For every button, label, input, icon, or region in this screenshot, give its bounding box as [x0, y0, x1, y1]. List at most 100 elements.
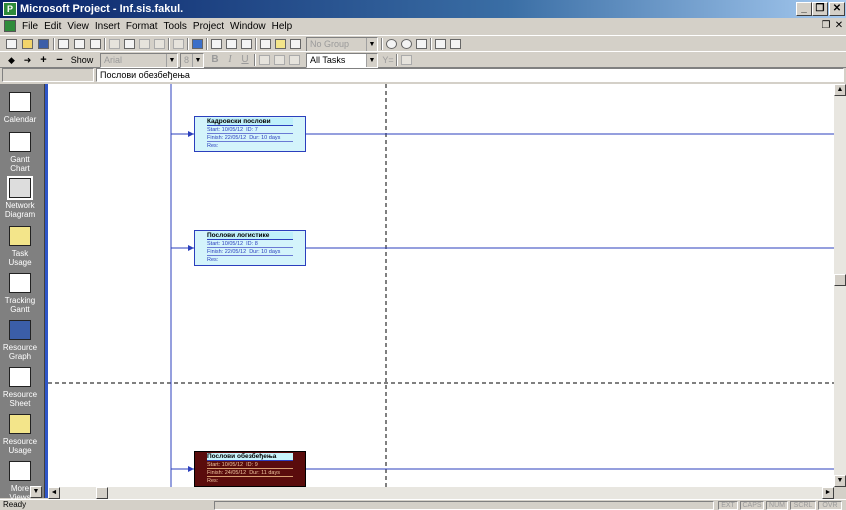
menu-window[interactable]: Window [228, 20, 270, 33]
copy-icon[interactable] [122, 37, 137, 51]
scroll-up-icon[interactable]: ▲ [834, 84, 846, 96]
minimize-button[interactable]: _ [796, 2, 812, 16]
task-notes-icon[interactable] [273, 37, 288, 51]
zoom-out-icon[interactable] [399, 37, 414, 51]
mdi-close-button[interactable]: ✕ [833, 20, 845, 32]
task-info-icon[interactable] [258, 37, 273, 51]
open-icon[interactable] [20, 37, 35, 51]
align-right-icon[interactable] [287, 53, 302, 67]
chevron-down-icon[interactable]: ▼ [166, 54, 177, 67]
view-resource-sheet[interactable]: Resource Sheet [0, 367, 40, 408]
task-node-finish-row: Finish: 24/05/12 Dur: 11 days [207, 470, 293, 477]
view-gantt-chart[interactable]: Gantt Chart [0, 132, 40, 173]
status-scrl: SCRL [790, 501, 816, 510]
project-app-icon[interactable]: P [3, 2, 17, 16]
close-button[interactable]: ✕ [829, 2, 845, 16]
view-network-diagram[interactable]: Network Diagram [0, 176, 40, 219]
view-task-usage[interactable]: Task Usage [0, 226, 40, 267]
viewbar-scroll-down-button[interactable]: ▼ [30, 486, 42, 498]
chevron-down-icon[interactable]: ▼ [192, 54, 203, 67]
menu-insert[interactable]: Insert [93, 20, 124, 33]
view-calendar-label: Calendar [3, 115, 37, 124]
cut-icon[interactable] [107, 37, 122, 51]
zoom-in-icon[interactable] [384, 37, 399, 51]
menu-file[interactable]: File [20, 20, 42, 33]
scrollbar-corner [834, 487, 846, 499]
show-button[interactable]: Show ▾ [68, 53, 96, 79]
entry-field[interactable]: Послови обезбеђења [96, 68, 844, 82]
print-preview-icon[interactable] [72, 37, 87, 51]
task-usage-icon [9, 226, 31, 246]
unlink-tasks-icon[interactable] [224, 37, 239, 51]
save-icon[interactable] [36, 37, 51, 51]
menu-edit[interactable]: Edit [42, 20, 65, 33]
print-icon[interactable] [56, 37, 71, 51]
view-tracking-gantt[interactable]: Tracking Gantt [0, 273, 40, 314]
document-icon[interactable] [4, 20, 16, 32]
paste-icon[interactable] [137, 37, 152, 51]
scroll-left-icon[interactable]: ◄ [48, 487, 60, 499]
add-icon[interactable]: + [36, 53, 51, 67]
menu-tools[interactable]: Tools [162, 20, 191, 33]
task-node[interactable]: Послови логистике Start: 10/05/12 ID: 8 … [194, 230, 306, 266]
link-tasks-icon[interactable] [209, 37, 224, 51]
horizontal-scrollbar[interactable]: ◄ ► [48, 487, 834, 499]
indent-left-icon[interactable]: ◆ [4, 53, 19, 67]
formatting-toolbar: ◆ ➜ + − Show ▾ Arial ▼ 8 ▼ B I U All Tas… [0, 51, 846, 79]
tracking-gantt-icon [9, 273, 31, 293]
view-calendar[interactable]: Calendar [0, 92, 40, 124]
autofilter-button[interactable]: Y= [381, 53, 395, 67]
task-node-duration: Dur: 11 days [249, 470, 280, 476]
task-node-id: ID: 9 [246, 462, 258, 468]
view-resource-usage[interactable]: Resource Usage [0, 414, 40, 455]
align-left-icon[interactable] [257, 53, 272, 67]
format-painter-icon[interactable] [152, 37, 167, 51]
menu-help[interactable]: Help [270, 20, 297, 33]
chevron-down-icon[interactable]: ▼ [366, 38, 377, 51]
task-node-resources: Res: [207, 143, 219, 149]
font-combo[interactable]: Arial ▼ [100, 53, 178, 68]
spelling-icon[interactable] [88, 37, 103, 51]
remove-icon[interactable]: − [52, 53, 67, 67]
group-combo[interactable]: No Group ▼ [306, 37, 378, 52]
task-node-start-row: Start: 10/05/12 ID: 8 [207, 241, 293, 248]
split-task-icon[interactable] [239, 37, 254, 51]
resource-usage-icon [9, 414, 31, 434]
scroll-right-icon[interactable]: ► [822, 487, 834, 499]
mdi-restore-button[interactable]: ❐ [820, 20, 832, 32]
view-resource-graph[interactable]: Resource Graph [0, 320, 40, 361]
task-node-start: Start: 10/05/12 [207, 462, 244, 468]
font-size-combo[interactable]: 8 ▼ [180, 53, 204, 68]
filter-combo[interactable]: All Tasks ▼ [306, 53, 378, 68]
status-ext: EXT [718, 501, 738, 510]
view-task-usage-label: Task Usage [8, 249, 32, 267]
menu-format[interactable]: Format [124, 20, 162, 33]
new-icon[interactable] [4, 37, 19, 51]
task-node-critical[interactable]: Послови обезбеђења Start: 10/05/12 ID: 9… [194, 451, 306, 487]
bold-button[interactable]: B [208, 53, 222, 67]
help-icon[interactable] [448, 37, 463, 51]
align-center-icon[interactable] [272, 53, 287, 67]
vertical-scroll-thumb[interactable] [834, 274, 846, 286]
menu-list: File Edit View Insert Format Tools Proje… [20, 20, 296, 33]
vertical-scrollbar[interactable]: ▲ ▼ [834, 84, 846, 487]
insert-hyperlink-icon[interactable] [190, 37, 205, 51]
restore-button[interactable]: ❐ [812, 2, 828, 16]
chevron-down-icon[interactable]: ▼ [366, 54, 377, 67]
gantt-wizard-icon[interactable] [399, 53, 414, 67]
menu-view[interactable]: View [65, 20, 93, 33]
task-node-id: ID: 7 [246, 127, 258, 133]
network-diagram-canvas[interactable]: Кадровски послови Start: 10/05/12 ID: 7 … [48, 84, 834, 487]
network-links [48, 84, 834, 487]
copy-picture-icon[interactable] [433, 37, 448, 51]
assign-resources-icon[interactable] [288, 37, 303, 51]
italic-button[interactable]: I [223, 53, 237, 67]
indent-right-icon[interactable]: ➜ [20, 53, 35, 67]
underline-button[interactable]: U [238, 53, 252, 67]
scroll-down-icon[interactable]: ▼ [834, 475, 846, 487]
goto-task-icon[interactable] [414, 37, 429, 51]
horizontal-scroll-thumb[interactable] [96, 487, 108, 499]
menu-project[interactable]: Project [191, 20, 228, 33]
task-node[interactable]: Кадровски послови Start: 10/05/12 ID: 7 … [194, 116, 306, 152]
undo-icon[interactable] [171, 37, 186, 51]
